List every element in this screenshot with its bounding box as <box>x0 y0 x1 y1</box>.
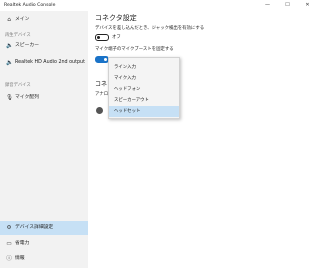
microphone-icon: 🎙 <box>6 95 14 101</box>
sidebar-item-main[interactable]: ⌂ メイン <box>0 13 88 27</box>
main-panel: コネクタ設定 デバイスを差し込んだとき、ジャック検出を有効にする オフ マイク端… <box>88 11 320 268</box>
minimize-button[interactable]: — <box>260 0 275 11</box>
speaker-icon: 🔈 <box>6 60 13 66</box>
battery-icon: ▭ <box>6 241 12 247</box>
dropdown-option-mic-in[interactable]: マイク入力 <box>109 73 179 84</box>
jack-detection-label: デバイスを差し込んだとき、ジャック検出を有効にする <box>95 26 205 31</box>
sidebar-item-label: 情報 <box>15 256 25 261</box>
playback-section-header: 再生デバイス <box>5 33 31 38</box>
sidebar: ⌂ メイン 再生デバイス 🔈 スピーカー 🔈 Realtek HD Audio … <box>0 11 88 268</box>
dropdown-option-headphones[interactable]: ヘッドフォン <box>109 84 179 95</box>
dropdown-option-line-in[interactable]: ライン入力 <box>109 62 179 73</box>
info-icon: ⓘ <box>6 256 12 262</box>
speaker-icon: 🔈 <box>6 43 13 49</box>
sidebar-item-label: スピーカー <box>15 43 39 48</box>
mic-boost-label: マイク端子のマイクブーストを固定する <box>95 47 174 52</box>
jack-detection-state: オフ <box>112 35 121 40</box>
jack-icon <box>96 107 103 114</box>
sidebar-item-label: マイク配列 <box>15 95 39 100</box>
recording-section-header: 録音デバイス <box>5 83 31 88</box>
analog-label-partial: アナロ <box>95 92 109 97</box>
sidebar-item-microphone-array[interactable]: 🎙 マイク配列 <box>0 91 88 105</box>
toggle-knob <box>97 36 100 39</box>
close-button[interactable]: ✕ <box>300 0 315 11</box>
sidebar-item-speaker[interactable]: 🔈 スピーカー <box>0 39 88 53</box>
toggle-knob <box>104 58 107 61</box>
maximize-button[interactable]: ☐ <box>280 0 295 11</box>
sidebar-item-label: Realtek HD Audio 2nd output <box>15 60 85 65</box>
home-icon: ⌂ <box>7 17 11 23</box>
sidebar-item-label: デバイス詳細設定 <box>15 225 54 230</box>
sidebar-item-information[interactable]: ⓘ 情報 <box>0 252 88 266</box>
app-window: Realtek Audio Console — ☐ ✕ ⌂ メイン 再生デバイス… <box>0 0 320 268</box>
sidebar-item-label: メイン <box>15 17 30 22</box>
window-title: Realtek Audio Console <box>4 3 56 8</box>
page-title: コネクタ設定 <box>95 14 137 22</box>
gear-icon: ⚙ <box>6 225 12 231</box>
dropdown-option-headset[interactable]: ヘッドセット <box>109 106 179 117</box>
mic-boost-toggle[interactable] <box>95 56 109 63</box>
jack-detection-toggle[interactable] <box>95 34 109 41</box>
sidebar-item-realtek-2nd-output[interactable]: 🔈 Realtek HD Audio 2nd output <box>0 56 88 70</box>
sidebar-item-advanced-settings[interactable]: ⚙ デバイス詳細設定 <box>0 221 88 235</box>
dropdown-option-speaker-out[interactable]: スピーカーアウト <box>109 95 179 106</box>
sidebar-item-power-saving[interactable]: ▭ 省電力 <box>0 237 88 251</box>
connector-type-dropdown[interactable]: ライン入力 マイク入力 ヘッドフォン スピーカーアウト ヘッドセット <box>108 57 180 119</box>
section-heading-partial: コネ <box>95 81 108 88</box>
sidebar-item-label: 省電力 <box>15 241 30 246</box>
title-bar: Realtek Audio Console — ☐ ✕ <box>0 0 320 11</box>
